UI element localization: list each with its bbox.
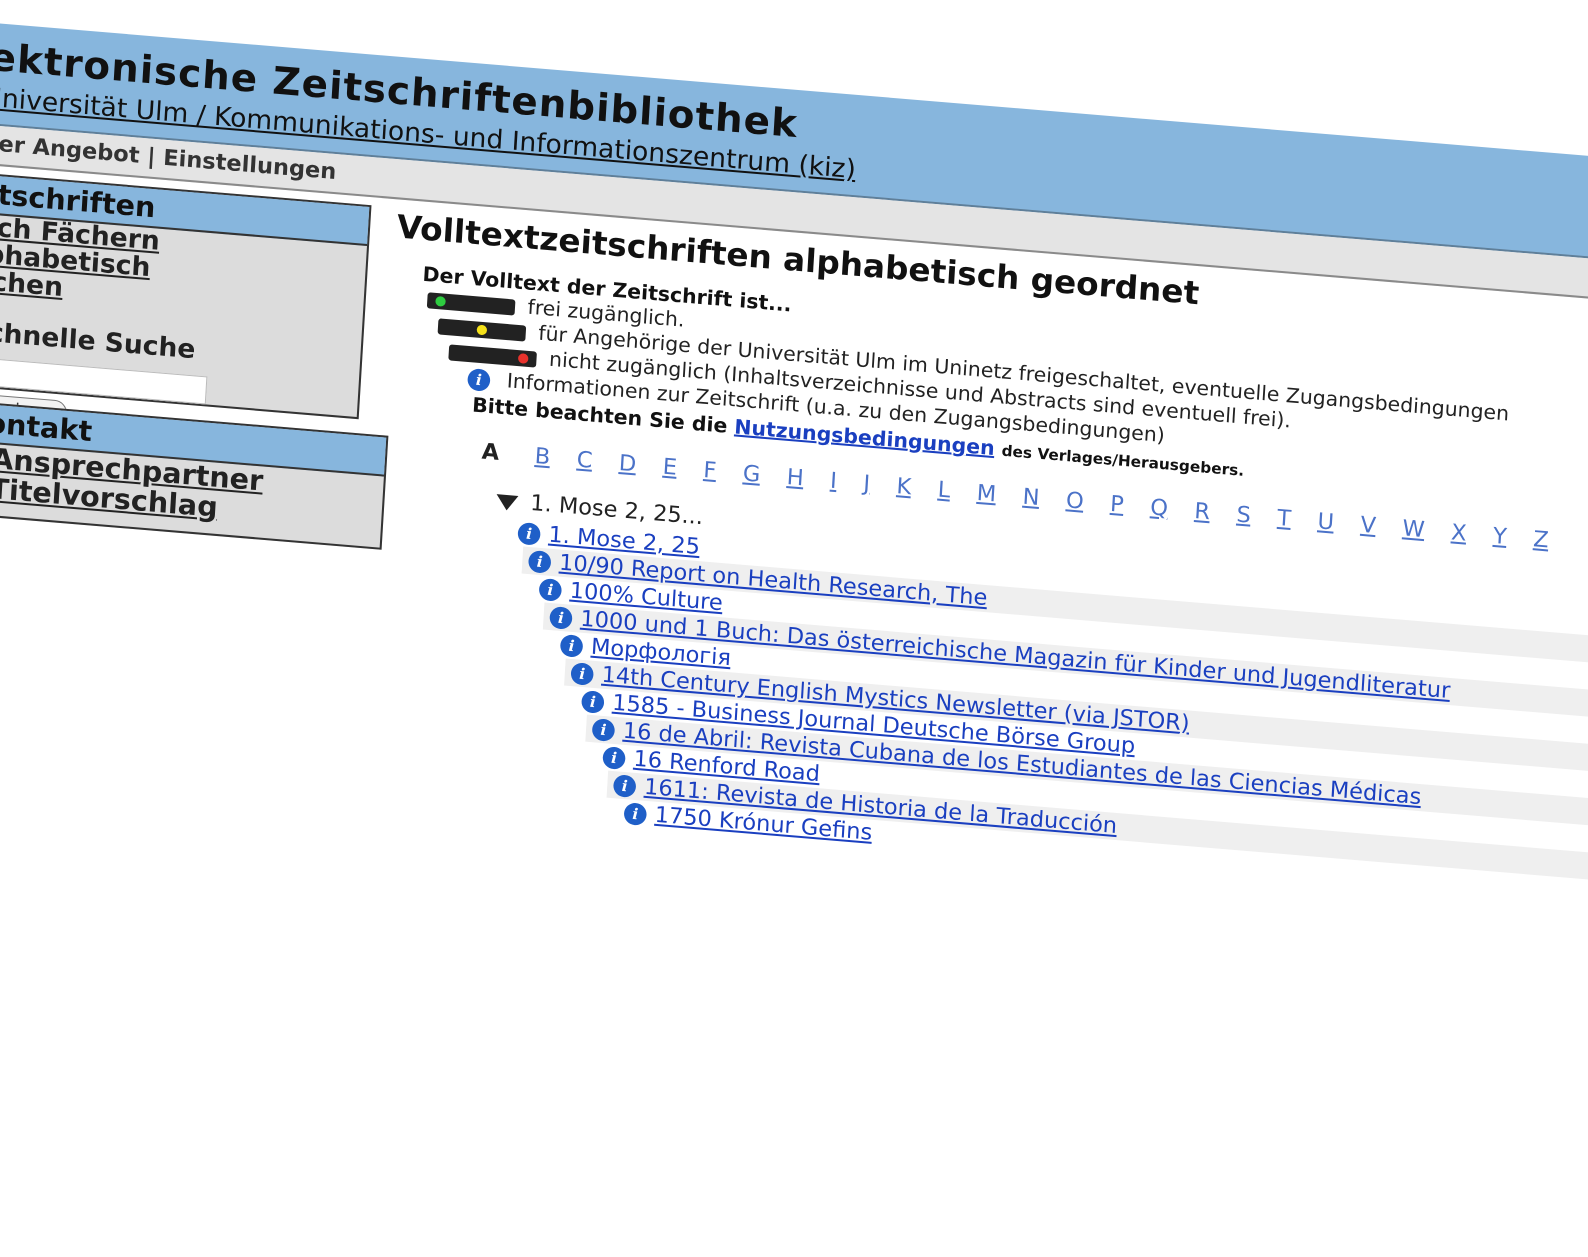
alphabet-letter-j[interactable]: J [863, 471, 871, 497]
alphabet-letter-z[interactable]: Z [1533, 527, 1550, 553]
alphabet-letter-f[interactable]: F [703, 458, 717, 484]
info-icon[interactable]: i [559, 633, 584, 658]
alphabet-letter-v[interactable]: V [1360, 512, 1377, 538]
alphabet-letter-l[interactable]: L [937, 477, 951, 503]
journals-sidebar: Zeitschriften - nach Fächern - alphabeti… [0, 169, 372, 426]
double-chevron-down-icon[interactable]: ▼ [496, 487, 519, 513]
info-icon[interactable]: i [538, 577, 563, 602]
info-icon: i [467, 367, 491, 392]
alphabet-letter-k[interactable]: K [896, 474, 912, 500]
alphabet-letter-g[interactable]: G [742, 461, 761, 487]
alphabet-letter-c[interactable]: C [576, 447, 593, 473]
info-icon[interactable]: i [527, 549, 552, 574]
info-icon[interactable]: i [549, 605, 573, 630]
alphabet-letter-q[interactable]: Q [1150, 495, 1169, 521]
alphabet-letter-x[interactable]: X [1450, 520, 1467, 546]
info-icon[interactable]: i [602, 745, 626, 770]
alphabet-letter-u[interactable]: U [1317, 509, 1335, 535]
info-icon[interactable]: i [591, 717, 616, 742]
info-icon[interactable]: i [580, 689, 605, 714]
alphabet-letter-i[interactable]: I [829, 468, 837, 494]
alphabet-letter-e[interactable]: E [662, 454, 678, 480]
info-icon[interactable]: i [517, 521, 542, 546]
alphabet-letter-d[interactable]: D [618, 450, 637, 476]
alphabet-letter-s[interactable]: S [1236, 502, 1252, 528]
alphabet-letter-b[interactable]: B [534, 443, 551, 469]
alphabet-letter-p[interactable]: P [1109, 491, 1124, 517]
alphabet-letter-r[interactable]: R [1194, 498, 1211, 524]
alphabet-letter-n[interactable]: N [1022, 484, 1040, 510]
alphabet-letter-m[interactable]: M [976, 480, 997, 507]
info-icon[interactable]: i [623, 801, 648, 826]
traffic-light-red-icon [448, 343, 537, 368]
info-icon[interactable]: i [612, 773, 637, 798]
alphabet-letter-h[interactable]: H [786, 464, 804, 490]
alphabet-letter-o[interactable]: O [1065, 488, 1084, 514]
nav-separator: | [146, 144, 157, 171]
alphabet-letter-w[interactable]: W [1402, 516, 1426, 543]
alphabet-current: A [481, 439, 500, 466]
info-icon[interactable]: i [570, 661, 595, 686]
nav-settings[interactable]: Einstellungen [163, 146, 337, 185]
alphabet-letter-t[interactable]: T [1277, 505, 1292, 531]
main-content: Volltextzeitschriften alphabetisch geord… [362, 207, 1588, 931]
alphabet-letter-y[interactable]: Y [1492, 523, 1507, 549]
